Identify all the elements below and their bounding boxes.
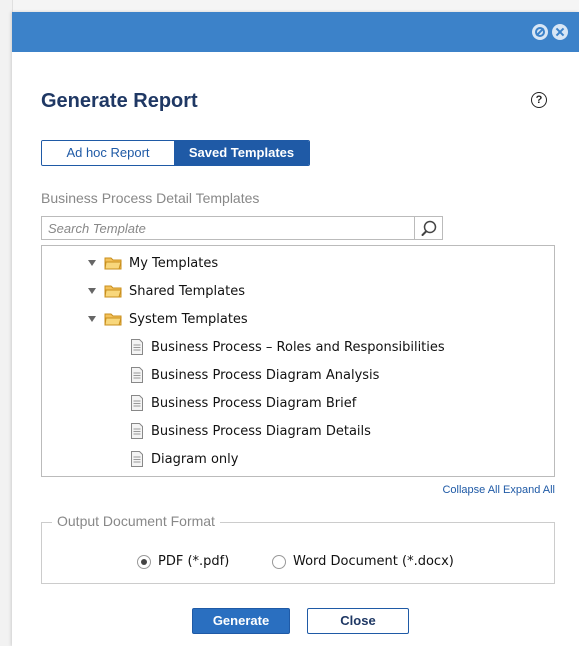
tree-item-template[interactable]: Business Process Diagram Analysis — [130, 365, 379, 385]
radio-label: PDF (*.pdf) — [158, 554, 230, 569]
tree-item-label: Business Process – Roles and Responsibil… — [151, 339, 445, 355]
close-button[interactable]: Close — [307, 608, 409, 634]
close-icon[interactable] — [552, 24, 568, 40]
page: Generate Report ? Ad hoc Report Saved Te… — [0, 0, 579, 646]
document-icon — [131, 451, 143, 467]
question-circle-icon[interactable]: ? — [531, 92, 547, 108]
document-icon — [131, 367, 143, 383]
document-icon — [131, 423, 143, 439]
document-icon — [131, 395, 143, 411]
templates-section-label: Business Process Detail Templates — [41, 190, 260, 206]
dialog-titlebar — [12, 12, 579, 52]
folder-icon — [104, 285, 122, 298]
search-input[interactable] — [42, 217, 414, 239]
tree-item-template[interactable]: Business Process Diagram Details — [130, 421, 371, 441]
block-icon[interactable] — [532, 24, 548, 40]
tree-actions: Collapse All Expand All — [442, 484, 555, 496]
tree-item-template[interactable]: Business Process – Roles and Responsibil… — [130, 337, 445, 357]
collapse-all-link[interactable]: Collapse All — [442, 484, 499, 496]
radio-pdf[interactable]: PDF (*.pdf) — [137, 554, 229, 569]
template-search — [41, 216, 443, 240]
document-icon — [131, 339, 143, 355]
report-mode-toggle: Ad hoc Report Saved Templates — [41, 140, 310, 166]
search-icon — [421, 220, 437, 236]
expand-all-link[interactable]: Expand All — [503, 484, 555, 496]
tree-item-template[interactable]: Diagram only — [130, 449, 238, 469]
tree-folder-label: System Templates — [129, 311, 248, 327]
template-tree: My Templates Shared Templates System Tem… — [41, 245, 555, 477]
dialog-title: Generate Report — [41, 90, 198, 112]
tab-saved-templates[interactable]: Saved Templates — [174, 141, 309, 165]
background-strip-top — [0, 0, 579, 12]
tree-folder-shared-templates[interactable]: Shared Templates — [88, 281, 245, 301]
tab-ad-hoc-report[interactable]: Ad hoc Report — [42, 141, 174, 165]
expand-arrow-icon[interactable] — [88, 260, 96, 266]
tree-folder-my-templates[interactable]: My Templates — [88, 253, 218, 273]
output-format-group: Output Document Format PDF (*.pdf) Word … — [41, 513, 555, 584]
tree-folder-label: Shared Templates — [129, 283, 245, 299]
tree-item-label: Business Process Diagram Analysis — [151, 367, 380, 383]
tree-item-label: Business Process Diagram Details — [151, 423, 371, 439]
folder-icon — [104, 257, 122, 270]
tree-item-label: Diagram only — [151, 451, 239, 467]
tree-folder-label: My Templates — [129, 255, 219, 271]
generate-report-dialog: Generate Report ? Ad hoc Report Saved Te… — [12, 12, 579, 646]
folder-icon — [104, 313, 122, 326]
radio-button-selected[interactable] — [137, 554, 151, 569]
generate-button[interactable]: Generate — [192, 608, 290, 634]
expand-arrow-icon[interactable] — [88, 288, 96, 294]
tree-item-label: Business Process Diagram Brief — [151, 395, 357, 411]
output-format-legend: Output Document Format — [52, 513, 220, 529]
radio-word[interactable]: Word Document (*.docx) — [272, 554, 454, 569]
radio-button[interactable] — [272, 554, 286, 569]
radio-label: Word Document (*.docx) — [293, 554, 454, 569]
expand-arrow-icon[interactable] — [88, 316, 96, 322]
search-button[interactable] — [414, 217, 442, 239]
tree-item-template[interactable]: Business Process Diagram Brief — [130, 393, 356, 413]
tree-folder-system-templates[interactable]: System Templates — [88, 309, 248, 329]
